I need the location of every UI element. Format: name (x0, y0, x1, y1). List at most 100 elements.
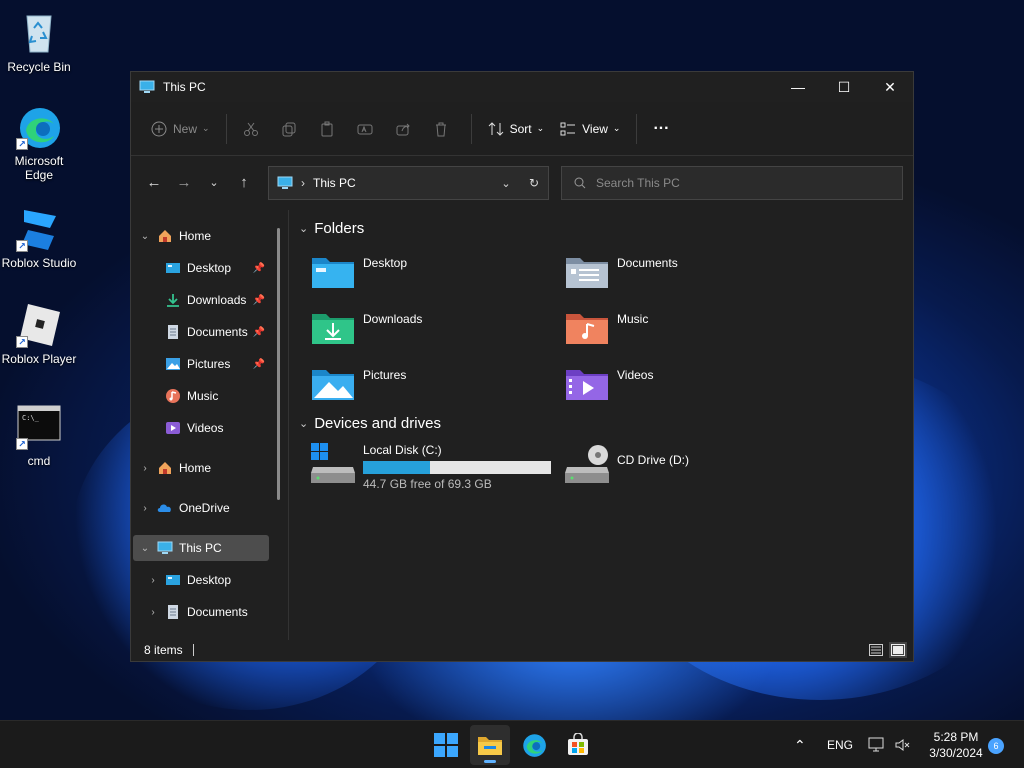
trash-icon (435, 122, 446, 136)
folder-label: Desktop (363, 256, 408, 270)
folders-group-header[interactable]: ⌄ Folders (299, 220, 364, 237)
breadcrumb-this-pc[interactable]: This PC (313, 176, 492, 190)
video-icon (166, 422, 180, 434)
refresh-button[interactable]: ↻ (520, 176, 548, 190)
sidebar-item-onedrive[interactable]: › OneDrive (133, 495, 269, 521)
home-icon (159, 230, 171, 242)
taskbar-edge[interactable] (514, 725, 554, 765)
chevron-down-icon[interactable]: ⌄ (133, 231, 157, 242)
view-button[interactable]: View ⌄ (552, 113, 628, 145)
sidebar-item-downloads[interactable]: Downloads 📌 (149, 287, 269, 313)
network-button[interactable] (868, 721, 886, 768)
sort-button[interactable]: Sort ⌄ (480, 113, 553, 145)
chevron-right-icon[interactable]: › (133, 503, 157, 514)
chevron-right-icon[interactable]: › (141, 607, 165, 618)
start-button[interactable] (426, 725, 466, 765)
chevron-right-icon[interactable]: › (141, 575, 165, 586)
chevron-right-icon[interactable]: › (133, 463, 157, 474)
tiles-view-button[interactable] (889, 642, 907, 658)
this-pc-icon (139, 80, 155, 93)
folder-videos[interactable]: Videos (565, 364, 805, 408)
desktop-icon-edge[interactable]: ↗ Microsoft Edge (0, 104, 78, 182)
title-bar[interactable]: This PC — ☐ ✕ (131, 72, 913, 102)
shortcut-arrow-icon: ↗ (16, 336, 28, 348)
folder-pictures[interactable]: Pictures (311, 364, 551, 408)
pictures-folder-icon (312, 370, 354, 400)
system-clock[interactable]: 5:28 PM 3/30/2024 (920, 729, 992, 761)
input-language[interactable]: ENG (827, 721, 853, 768)
desktop-icon-cmd[interactable]: C:\_ ↗ cmd (0, 404, 78, 468)
pin-icon: 📌 (252, 294, 265, 306)
delete-button[interactable] (425, 113, 463, 145)
sidebar-item-pictures[interactable]: Pictures 📌 (149, 351, 269, 377)
drive-cd-d[interactable]: CD Drive (D:) (565, 443, 689, 487)
folders-heading: Folders (314, 220, 365, 237)
details-view-button[interactable] (867, 642, 885, 658)
paste-button[interactable] (311, 113, 349, 145)
desktop-icon-roblox-player[interactable]: ↗ Roblox Player (0, 302, 78, 366)
shortcut-arrow-icon: ↗ (16, 438, 28, 450)
desktop-folder-icon (166, 263, 180, 273)
desktop-icon-recycle-bin[interactable]: Recycle Bin (0, 10, 78, 74)
back-button[interactable]: ← (139, 167, 169, 197)
pane-divider[interactable] (288, 210, 289, 640)
address-dropdown-button[interactable]: ⌄ (492, 177, 520, 190)
chevron-down-icon: ⌄ (299, 418, 309, 430)
taskbar-file-explorer[interactable] (470, 725, 510, 765)
new-label: New (173, 121, 198, 136)
desktop-icon-roblox-studio[interactable]: ↗ Roblox Studio (0, 206, 78, 270)
chevron-down-icon[interactable]: ⌄ (133, 543, 157, 554)
drive-local-disk-c[interactable]: Local Disk (C:) 44.7 GB free of 69.3 GB (311, 443, 551, 491)
chevron-up-icon: ⌃ (794, 736, 806, 753)
more-options-button[interactable]: ··· (645, 113, 677, 145)
sidebar-item-label: Music (187, 389, 219, 403)
share-button[interactable] (387, 113, 425, 145)
drive-free-space: 44.7 GB free of 69.3 GB (363, 477, 492, 491)
sidebar-item-videos[interactable]: Videos (149, 415, 269, 441)
desktop-icon-label: cmd (27, 454, 51, 468)
sidebar-scrollbar[interactable] (277, 228, 280, 500)
sidebar-item-label: Documents (187, 325, 248, 339)
taskbar: ⌃ ENG 5:28 PM 3/30/2024 6 (0, 720, 1024, 768)
sidebar-item-this-pc[interactable]: ⌄ This PC (133, 535, 269, 561)
file-explorer-window: This PC — ☐ ✕ New ⌄ Sort ⌄ View ⌄ ··· ← … (130, 71, 914, 662)
copy-button[interactable] (273, 113, 311, 145)
folder-downloads[interactable]: Downloads (311, 308, 551, 352)
rename-button[interactable] (349, 113, 387, 145)
sidebar-item-documents[interactable]: Documents 📌 (149, 319, 269, 345)
sidebar-item-music[interactable]: Music (149, 383, 269, 409)
file-explorer-icon (478, 737, 502, 755)
desktop-icon-label: Microsoft Edge (14, 154, 64, 182)
roblox-player-icon: ↗ (16, 302, 62, 348)
devices-group-header[interactable]: ⌄ Devices and drives (299, 415, 441, 432)
sidebar-item-this-pc-desktop[interactable]: › Desktop (141, 567, 269, 593)
close-button[interactable]: ✕ (867, 72, 913, 102)
folder-desktop[interactable]: Desktop (311, 252, 551, 296)
desktop-folder-icon (166, 575, 180, 585)
active-indicator (484, 760, 496, 763)
volume-button[interactable] (894, 721, 910, 768)
maximize-button[interactable]: ☐ (821, 72, 867, 102)
taskbar-store[interactable] (558, 725, 598, 765)
folder-label: Pictures (363, 368, 407, 382)
sidebar-item-desktop[interactable]: Desktop 📌 (149, 255, 269, 281)
recent-locations-button[interactable]: ⌄ (199, 167, 229, 197)
address-bar[interactable]: › This PC ⌄ ↻ (268, 166, 549, 200)
show-hidden-icons-button[interactable]: ⌃ (794, 721, 806, 768)
search-input[interactable] (596, 176, 876, 190)
sidebar-item-this-pc-documents[interactable]: › Documents (141, 599, 269, 625)
up-button[interactable]: ↑ (229, 167, 259, 197)
notification-badge[interactable]: 6 (988, 738, 1004, 754)
drive-label: CD Drive (D:) (617, 453, 689, 467)
new-button[interactable]: New ⌄ (143, 113, 218, 145)
sidebar-item-home[interactable]: ⌄ Home (133, 223, 269, 249)
folder-documents[interactable]: Documents (565, 252, 805, 296)
search-box[interactable] (561, 166, 903, 200)
forward-button[interactable]: → (169, 167, 199, 197)
status-separator (192, 644, 194, 656)
folder-music[interactable]: Music (565, 308, 805, 352)
sidebar-item-home-2[interactable]: › Home (133, 455, 269, 481)
minimize-button[interactable]: — (775, 72, 821, 102)
cut-button[interactable] (235, 113, 273, 145)
sidebar-item-label: OneDrive (179, 501, 230, 515)
